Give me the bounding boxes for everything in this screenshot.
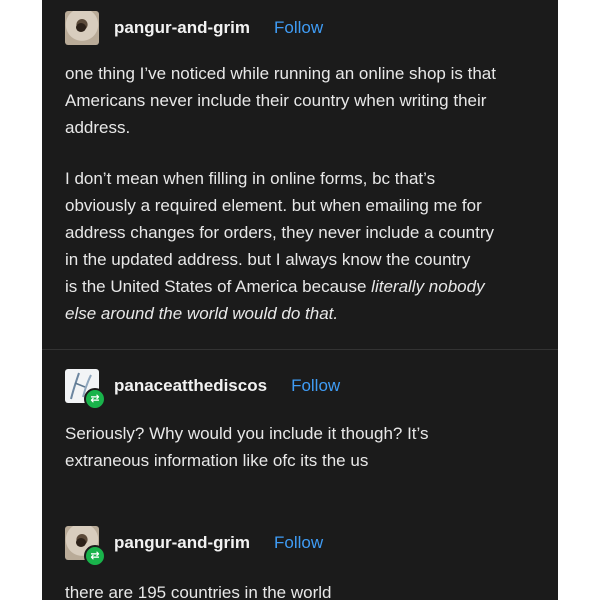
username[interactable]: pangur-and-grim	[114, 18, 250, 38]
paragraph: one thing I’ve noticed while running an …	[65, 60, 540, 141]
text-line: address changes for orders, they never i…	[65, 223, 495, 242]
reblog-icon: ⇄	[84, 545, 106, 567]
text-line: Americans never include their country wh…	[65, 91, 487, 110]
post-header: pangur-and-grim Follow	[65, 0, 558, 56]
text-line: address.	[65, 118, 131, 137]
text-line: is the United States of America because	[65, 277, 372, 296]
post-body: Seriously? Why would you include it thou…	[65, 420, 558, 474]
post-body: there are 195 countries in the world	[65, 579, 558, 600]
post-reblog: ⇄ panaceatthediscos Follow Seriously? Wh…	[42, 350, 558, 474]
post-reply: ⇄ pangur-and-grim Follow there are 195 c…	[42, 474, 558, 600]
username[interactable]: panaceatthediscos	[114, 376, 267, 396]
text-line: Seriously? Why would you include it thou…	[65, 424, 429, 443]
follow-button[interactable]: Follow	[274, 18, 323, 38]
text-line: there are 195 countries in the world	[65, 583, 332, 600]
text-line: extraneous information like ofc its the …	[65, 451, 369, 470]
follow-button[interactable]: Follow	[291, 376, 340, 396]
avatar[interactable]: ⇄	[65, 526, 106, 567]
post-body: one thing I’ve noticed while running an …	[65, 60, 558, 327]
tumblr-thread: pangur-and-grim Follow one thing I’ve no…	[42, 0, 558, 600]
post-header: ⇄ pangur-and-grim Follow	[65, 515, 558, 571]
text-line: one thing I’ve noticed while running an …	[65, 64, 496, 83]
post-original: pangur-and-grim Follow one thing I’ve no…	[42, 0, 558, 327]
italic-text: else around the world would do that.	[65, 304, 339, 323]
avatar[interactable]	[65, 11, 99, 45]
reblog-icon: ⇄	[84, 388, 106, 410]
post-header: ⇄ panaceatthediscos Follow	[65, 358, 558, 414]
follow-button[interactable]: Follow	[274, 533, 323, 553]
paragraph: I don’t mean when filling in online form…	[65, 165, 540, 327]
text-line: in the updated address. but I always kno…	[65, 250, 471, 269]
italic-text: literally nobody	[371, 277, 485, 296]
text-line: obviously a required element. but when e…	[65, 196, 482, 215]
username[interactable]: pangur-and-grim	[114, 533, 250, 553]
avatar[interactable]: ⇄	[65, 369, 106, 410]
text-line: I don’t mean when filling in online form…	[65, 169, 436, 188]
